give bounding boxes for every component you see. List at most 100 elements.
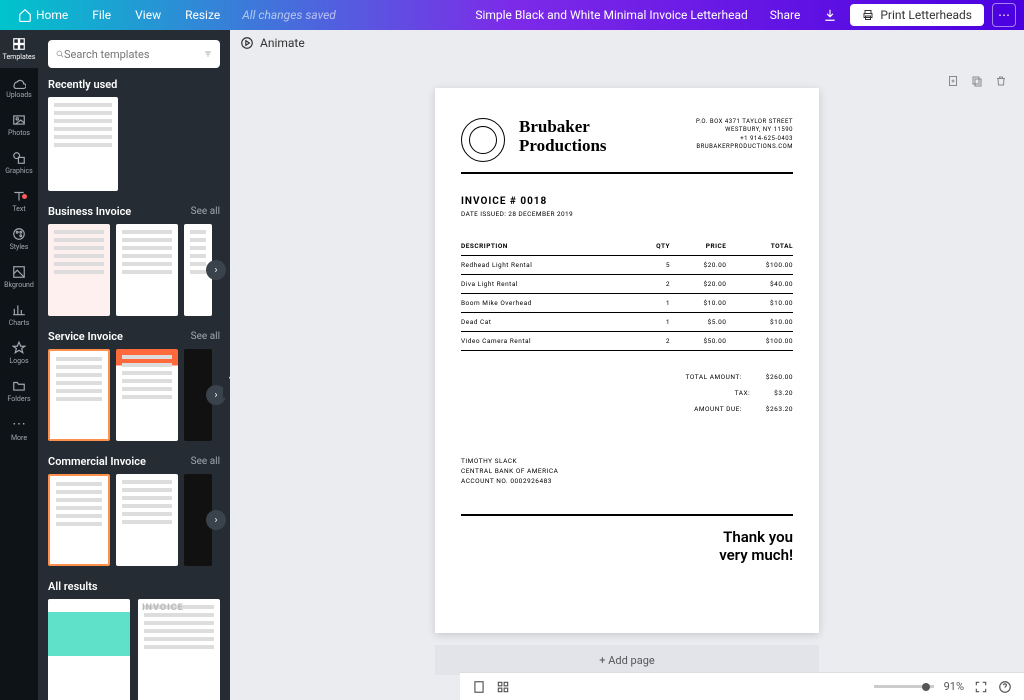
more-button[interactable]: ⋯ <box>992 3 1016 27</box>
section-recent: Recently used <box>38 78 230 191</box>
rail-folders[interactable]: Folders <box>0 372 38 410</box>
print-button[interactable]: Print Letterheads <box>850 4 984 26</box>
invoice-date: DATE ISSUED: 28 DECEMBER 2019 <box>461 210 793 218</box>
template-thumb[interactable] <box>116 349 178 441</box>
help-button[interactable] <box>998 680 1012 694</box>
section-title: Commercial Invoice <box>48 455 146 468</box>
template-thumb[interactable] <box>48 474 110 566</box>
rail-graphics[interactable]: Graphics <box>0 144 38 182</box>
scroll-right-button[interactable]: › <box>206 260 226 280</box>
company-logo-icon <box>461 118 505 162</box>
file-menu[interactable]: File <box>82 4 121 26</box>
fullscreen-button[interactable] <box>974 680 988 694</box>
print-icon <box>862 9 874 21</box>
home-button[interactable]: Home <box>8 4 78 26</box>
filter-icon[interactable] <box>204 47 212 61</box>
see-all-link[interactable]: See all <box>191 331 220 342</box>
company-name-l1: Brubaker <box>519 118 607 137</box>
col-qty: QTY <box>636 242 670 256</box>
rail-background[interactable]: Bkground <box>0 258 38 296</box>
template-thumb[interactable] <box>48 349 110 441</box>
home-icon <box>18 8 32 22</box>
background-icon <box>12 265 26 279</box>
rail-logos[interactable]: Logos <box>0 334 38 372</box>
canvas-area: Animate Brubaker Productions P.O. BOX 43… <box>230 30 1024 700</box>
view-menu[interactable]: View <box>125 4 171 26</box>
see-all-link[interactable]: See all <box>191 456 220 467</box>
animate-button[interactable]: Animate <box>240 36 305 50</box>
graphics-icon <box>12 151 26 165</box>
search-input[interactable] <box>64 48 204 61</box>
templates-panel: Recently used Business InvoiceSee all › … <box>38 30 230 700</box>
invoice-number: INVOICE # 0018 <box>461 196 793 207</box>
folders-icon <box>12 379 26 393</box>
page-plus-icon <box>947 75 959 87</box>
notes-icon <box>472 680 486 694</box>
slider-handle-icon[interactable] <box>922 683 930 691</box>
company-name-l2: Productions <box>519 137 607 156</box>
rail-more[interactable]: ⋯More <box>0 410 38 448</box>
resize-menu[interactable]: Resize <box>175 4 230 26</box>
save-status: All changes saved <box>242 8 336 22</box>
template-thumb[interactable] <box>138 599 220 700</box>
zoom-slider[interactable] <box>874 685 934 688</box>
bottom-bar: 91% <box>460 672 1024 700</box>
rail-photos[interactable]: Photos <box>0 106 38 144</box>
chevron-right-icon: › <box>214 265 217 276</box>
divider <box>461 172 793 174</box>
search-input-wrap <box>48 40 220 68</box>
topbar-left: Home File View Resize All changes saved <box>0 4 336 26</box>
scroll-right-button[interactable]: › <box>206 510 226 530</box>
template-thumb[interactable] <box>116 474 178 566</box>
table-row: Redhead Light Rental5$20.00$100.00 <box>461 256 793 275</box>
styles-icon <box>12 227 26 241</box>
zoom-level[interactable]: 91% <box>944 680 964 693</box>
logos-icon <box>12 341 26 355</box>
notes-button[interactable] <box>472 680 486 694</box>
canvas-toolbar: Animate <box>230 30 1024 56</box>
rail-text[interactable]: Text <box>0 182 38 220</box>
section-service: Service InvoiceSee all › <box>38 330 230 441</box>
divider <box>461 514 793 516</box>
template-thumb[interactable] <box>48 224 110 316</box>
duplicate-page-button[interactable] <box>970 74 984 88</box>
print-label: Print Letterheads <box>880 8 972 22</box>
table-row: Diva Light Rental2$20.00$40.00 <box>461 275 793 294</box>
template-thumb[interactable] <box>116 224 178 316</box>
col-total: TOTAL <box>726 242 793 256</box>
section-title: Recently used <box>48 78 117 91</box>
section-all-results: All results <box>38 580 230 700</box>
photos-icon <box>12 113 26 127</box>
delete-page-button[interactable] <box>994 74 1008 88</box>
charts-icon <box>12 303 26 317</box>
download-icon <box>823 8 837 22</box>
help-icon <box>998 680 1012 694</box>
templates-icon <box>12 37 26 51</box>
topbar: Home File View Resize All changes saved … <box>0 0 1024 30</box>
document-title[interactable]: Simple Black and White Minimal Invoice L… <box>336 8 760 22</box>
rail-styles[interactable]: Styles <box>0 220 38 258</box>
company-address: P.O. BOX 4371 TAYLOR STREET WESTBURY, NY… <box>696 118 793 152</box>
duplicate-icon <box>971 75 983 87</box>
col-price: PRICE <box>670 242 726 256</box>
section-business: Business InvoiceSee all › <box>38 205 230 316</box>
add-page-icon-button[interactable] <box>946 74 960 88</box>
document-page[interactable]: Brubaker Productions P.O. BOX 4371 TAYLO… <box>435 88 819 633</box>
template-thumb[interactable] <box>48 97 118 191</box>
template-thumb[interactable] <box>48 599 130 700</box>
section-commercial: Commercial Invoice See all › <box>38 455 230 566</box>
see-all-link[interactable]: See all <box>191 206 220 217</box>
download-button[interactable] <box>818 3 842 27</box>
rail-uploads[interactable]: Uploads <box>0 68 38 106</box>
rail-charts[interactable]: Charts <box>0 296 38 334</box>
uploads-icon <box>12 75 26 89</box>
rail-templates[interactable]: Templates <box>0 30 38 68</box>
left-rail: Templates Uploads Photos Graphics Text S… <box>0 30 38 700</box>
col-description: DESCRIPTION <box>461 242 636 256</box>
payee-block: TIMOTHY SLACK CENTRAL BANK OF AMERICA AC… <box>461 457 793 486</box>
grid-view-button[interactable] <box>496 680 510 694</box>
search-icon <box>56 47 64 61</box>
add-page-button[interactable]: + Add page <box>435 645 819 675</box>
share-button[interactable]: Share <box>760 4 811 26</box>
ellipsis-icon: ⋯ <box>998 8 1010 22</box>
